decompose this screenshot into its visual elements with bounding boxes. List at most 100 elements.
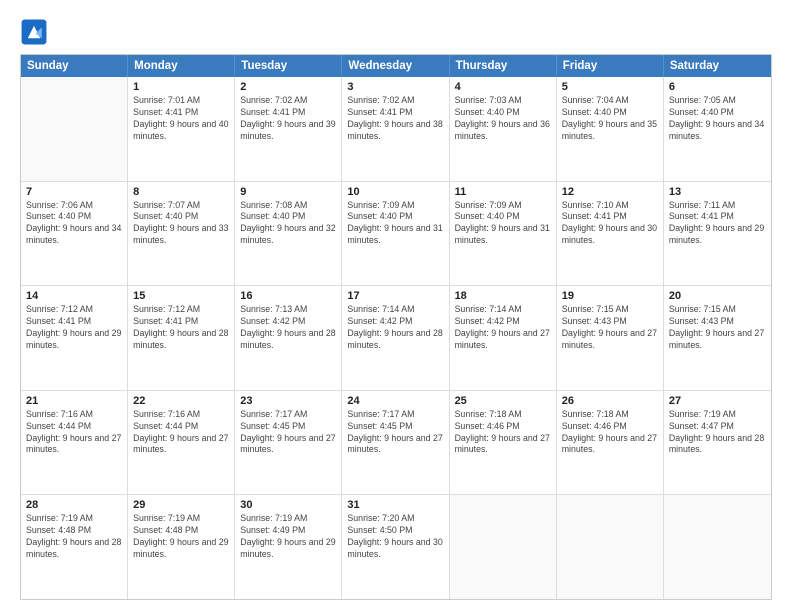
day-info: Sunrise: 7:18 AMSunset: 4:46 PMDaylight:…: [455, 409, 551, 457]
day-number: 14: [26, 290, 122, 302]
day-number: 3: [347, 81, 443, 93]
day-info: Sunrise: 7:01 AMSunset: 4:41 PMDaylight:…: [133, 95, 229, 143]
calendar-cell: 7 Sunrise: 7:06 AMSunset: 4:40 PMDaylight…: [21, 182, 128, 286]
day-info: Sunrise: 7:02 AMSunset: 4:41 PMDaylight:…: [347, 95, 443, 143]
day-number: 30: [240, 499, 336, 511]
day-number: 12: [562, 186, 658, 198]
day-number: 28: [26, 499, 122, 511]
day-info: Sunrise: 7:17 AMSunset: 4:45 PMDaylight:…: [240, 409, 336, 457]
page: Sunday Monday Tuesday Wednesday Thursday…: [0, 0, 792, 612]
calendar-cell: 12 Sunrise: 7:10 AMSunset: 4:41 PMDayligh…: [557, 182, 664, 286]
calendar-cell: 11Sunrise: 7:09 AMSunset: 4:40 PMDayligh…: [450, 182, 557, 286]
day-number: 15: [133, 290, 229, 302]
day-info: Sunrise: 7:15 AMSunset: 4:43 PMDaylight:…: [669, 304, 766, 352]
calendar-cell: 18 Sunrise: 7:14 AMSunset: 4:42 PMDayligh…: [450, 286, 557, 390]
day-number: 8: [133, 186, 229, 198]
day-number: 5: [562, 81, 658, 93]
header-saturday: Saturday: [664, 55, 771, 77]
calendar-row-4: 21 Sunrise: 7:16 AMSunset: 4:44 PMDayligh…: [21, 390, 771, 495]
day-number: 22: [133, 395, 229, 407]
calendar-cell: 15Sunrise: 7:12 AMSunset: 4:41 PMDayligh…: [128, 286, 235, 390]
header-thursday: Thursday: [450, 55, 557, 77]
calendar-cell: 13Sunrise: 7:11 AMSunset: 4:41 PMDayligh…: [664, 182, 771, 286]
header: [20, 18, 772, 46]
calendar-cell: [557, 495, 664, 599]
day-info: Sunrise: 7:16 AMSunset: 4:44 PMDaylight:…: [133, 409, 229, 457]
calendar-cell: 26 Sunrise: 7:18 AMSunset: 4:46 PMDayligh…: [557, 391, 664, 495]
calendar-cell: 23 Sunrise: 7:17 AMSunset: 4:45 PMDayligh…: [235, 391, 342, 495]
day-number: 2: [240, 81, 336, 93]
day-number: 18: [455, 290, 551, 302]
day-number: 7: [26, 186, 122, 198]
calendar-cell: [664, 495, 771, 599]
logo-icon: [20, 18, 48, 46]
calendar-cell: 24 Sunrise: 7:17 AMSunset: 4:45 PMDayligh…: [342, 391, 449, 495]
calendar-cell: 6 Sunrise: 7:05 AMSunset: 4:40 PMDaylight…: [664, 77, 771, 181]
calendar-body: 1 Sunrise: 7:01 AMSunset: 4:41 PMDaylight…: [21, 77, 771, 599]
logo: [20, 18, 52, 46]
day-info: Sunrise: 7:15 AMSunset: 4:43 PMDaylight:…: [562, 304, 658, 352]
day-info: Sunrise: 7:07 AMSunset: 4:40 PMDaylight:…: [133, 200, 229, 248]
calendar-cell: 22 Sunrise: 7:16 AMSunset: 4:44 PMDayligh…: [128, 391, 235, 495]
day-number: 21: [26, 395, 122, 407]
day-info: Sunrise: 7:16 AMSunset: 4:44 PMDaylight:…: [26, 409, 122, 457]
day-number: 10: [347, 186, 443, 198]
calendar-cell: 16 Sunrise: 7:13 AMSunset: 4:42 PMDayligh…: [235, 286, 342, 390]
day-info: Sunrise: 7:10 AMSunset: 4:41 PMDaylight:…: [562, 200, 658, 248]
header-sunday: Sunday: [21, 55, 128, 77]
calendar-cell: 17Sunrise: 7:14 AMSunset: 4:42 PMDayligh…: [342, 286, 449, 390]
calendar-cell: 8 Sunrise: 7:07 AMSunset: 4:40 PMDaylight…: [128, 182, 235, 286]
day-info: Sunrise: 7:12 AMSunset: 4:41 PMDaylight:…: [26, 304, 122, 352]
day-number: 1: [133, 81, 229, 93]
day-info: Sunrise: 7:18 AMSunset: 4:46 PMDaylight:…: [562, 409, 658, 457]
day-number: 24: [347, 395, 443, 407]
calendar-cell: 29Sunrise: 7:19 AMSunset: 4:48 PMDayligh…: [128, 495, 235, 599]
calendar-cell: 9 Sunrise: 7:08 AMSunset: 4:40 PMDaylight…: [235, 182, 342, 286]
day-info: Sunrise: 7:08 AMSunset: 4:40 PMDaylight:…: [240, 200, 336, 248]
calendar-cell: 28 Sunrise: 7:19 AMSunset: 4:48 PMDayligh…: [21, 495, 128, 599]
day-number: 6: [669, 81, 766, 93]
day-number: 16: [240, 290, 336, 302]
day-number: 9: [240, 186, 336, 198]
day-info: Sunrise: 7:02 AMSunset: 4:41 PMDaylight:…: [240, 95, 336, 143]
calendar-row-3: 14 Sunrise: 7:12 AMSunset: 4:41 PMDayligh…: [21, 285, 771, 390]
day-number: 31: [347, 499, 443, 511]
day-info: Sunrise: 7:09 AMSunset: 4:40 PMDaylight:…: [347, 200, 443, 248]
calendar-cell: 20 Sunrise: 7:15 AMSunset: 4:43 PMDayligh…: [664, 286, 771, 390]
calendar-cell: 27Sunrise: 7:19 AMSunset: 4:47 PMDayligh…: [664, 391, 771, 495]
calendar: Sunday Monday Tuesday Wednesday Thursday…: [20, 54, 772, 600]
header-tuesday: Tuesday: [235, 55, 342, 77]
day-info: Sunrise: 7:19 AMSunset: 4:48 PMDaylight:…: [133, 513, 229, 561]
day-info: Sunrise: 7:04 AMSunset: 4:40 PMDaylight:…: [562, 95, 658, 143]
calendar-cell: 14 Sunrise: 7:12 AMSunset: 4:41 PMDayligh…: [21, 286, 128, 390]
header-monday: Monday: [128, 55, 235, 77]
calendar-row-5: 28 Sunrise: 7:19 AMSunset: 4:48 PMDayligh…: [21, 494, 771, 599]
calendar-row-2: 7 Sunrise: 7:06 AMSunset: 4:40 PMDaylight…: [21, 181, 771, 286]
calendar-header: Sunday Monday Tuesday Wednesday Thursday…: [21, 55, 771, 77]
day-info: Sunrise: 7:03 AMSunset: 4:40 PMDaylight:…: [455, 95, 551, 143]
day-info: Sunrise: 7:09 AMSunset: 4:40 PMDaylight:…: [455, 200, 551, 248]
day-info: Sunrise: 7:05 AMSunset: 4:40 PMDaylight:…: [669, 95, 766, 143]
day-info: Sunrise: 7:20 AMSunset: 4:50 PMDaylight:…: [347, 513, 443, 561]
calendar-cell: 31 Sunrise: 7:20 AMSunset: 4:50 PMDayligh…: [342, 495, 449, 599]
day-info: Sunrise: 7:19 AMSunset: 4:49 PMDaylight:…: [240, 513, 336, 561]
calendar-row-1: 1 Sunrise: 7:01 AMSunset: 4:41 PMDaylight…: [21, 77, 771, 181]
header-friday: Friday: [557, 55, 664, 77]
day-info: Sunrise: 7:14 AMSunset: 4:42 PMDaylight:…: [455, 304, 551, 352]
calendar-cell: [450, 495, 557, 599]
calendar-cell: 19Sunrise: 7:15 AMSunset: 4:43 PMDayligh…: [557, 286, 664, 390]
day-number: 23: [240, 395, 336, 407]
calendar-cell: 3 Sunrise: 7:02 AMSunset: 4:41 PMDaylight…: [342, 77, 449, 181]
day-number: 20: [669, 290, 766, 302]
day-info: Sunrise: 7:17 AMSunset: 4:45 PMDaylight:…: [347, 409, 443, 457]
day-info: Sunrise: 7:14 AMSunset: 4:42 PMDaylight:…: [347, 304, 443, 352]
day-info: Sunrise: 7:13 AMSunset: 4:42 PMDaylight:…: [240, 304, 336, 352]
day-info: Sunrise: 7:19 AMSunset: 4:48 PMDaylight:…: [26, 513, 122, 561]
calendar-cell: 1 Sunrise: 7:01 AMSunset: 4:41 PMDaylight…: [128, 77, 235, 181]
calendar-cell: 4Sunrise: 7:03 AMSunset: 4:40 PMDaylight…: [450, 77, 557, 181]
day-info: Sunrise: 7:06 AMSunset: 4:40 PMDaylight:…: [26, 200, 122, 248]
day-number: 13: [669, 186, 766, 198]
calendar-cell: 5 Sunrise: 7:04 AMSunset: 4:40 PMDaylight…: [557, 77, 664, 181]
calendar-cell: 2 Sunrise: 7:02 AMSunset: 4:41 PMDaylight…: [235, 77, 342, 181]
day-number: 26: [562, 395, 658, 407]
